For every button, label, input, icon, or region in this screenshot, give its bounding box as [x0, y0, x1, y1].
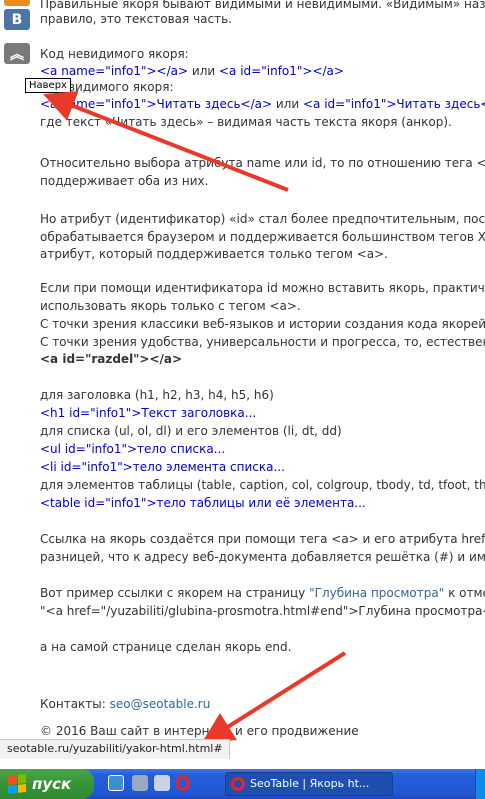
- taskbar: пуск SeoTable | Якорь ht...: [0, 769, 485, 799]
- windows-flag-icon: [8, 774, 26, 794]
- glubina-prosmotra-link[interactable]: "Глубина просмотра": [309, 586, 444, 600]
- explorer-icon[interactable]: [132, 775, 148, 791]
- text-line: а на самой странице сделан якорь end.: [40, 640, 292, 654]
- text-line: Правильные якоря бывают видимыми и невид…: [40, 0, 485, 11]
- code-example-line: "<a href="/yuzabiliti/glubina-prosmotra.…: [40, 604, 485, 618]
- text-line: атрибут, который поддерживается только т…: [40, 247, 388, 261]
- text-line: Ссылка на якорь создаётся при помощи тег…: [40, 532, 485, 546]
- vkontakte-share-icon[interactable]: B: [4, 9, 30, 30]
- text-line: для заголовка (h1, h2, h3, h4, h5, h6): [40, 388, 274, 402]
- text-line: Относительно выбора атрибута name или id…: [40, 156, 485, 170]
- code-snippet: <a name="info1">Читать здесь</a>: [40, 97, 273, 111]
- ie-icon[interactable]: [108, 775, 124, 791]
- copyright: © 2016 Ваш сайт в интернете и его продви…: [40, 724, 359, 738]
- taskbar-task-opera[interactable]: SeoTable | Якорь ht...: [225, 772, 393, 796]
- desktop-icon[interactable]: [154, 775, 170, 791]
- code-line: <ul id="info1">тело списка...: [40, 442, 226, 456]
- text-line: для списка (ul, ol, dl) и его элементов …: [40, 424, 342, 438]
- code-snippet: <a id="info1">Читать здесь</a>: [302, 97, 485, 111]
- text-line: Но атрибут (идентификатор) «id» стал бол…: [40, 212, 485, 226]
- text-fragment: или: [275, 97, 300, 111]
- text-fragment: или: [191, 64, 216, 78]
- code-line: <a name="info1"></a> или <a id="info1"><…: [40, 64, 344, 79]
- start-button[interactable]: пуск: [0, 769, 94, 799]
- tooltip: Наверх: [25, 78, 71, 93]
- opera-quicklaunch-icon[interactable]: [176, 775, 190, 791]
- text-line: С точки зрения удобства, универсальности…: [40, 335, 485, 349]
- code-line: <h1 id="info1">Текст заголовка...: [40, 406, 257, 420]
- system-tray: [475, 769, 485, 799]
- code-snippet: <a name="info1"></a>: [40, 64, 189, 78]
- text-line: Если при помощи идентификатора id можно …: [40, 281, 485, 295]
- opera-icon: [231, 777, 245, 791]
- scroll-top-button[interactable]: ︽: [4, 43, 30, 64]
- text-line: для элементов таблицы (table, caption, c…: [40, 478, 485, 492]
- contacts-label: Контакты:: [40, 697, 106, 711]
- odnoklassniki-share-icon[interactable]: x: [4, 0, 30, 6]
- text-line: правило, это текстовая часть.: [40, 12, 232, 26]
- article-content: Правильные якоря бывают видимыми и невид…: [40, 0, 485, 747]
- text-fragment: Вот пример ссылки с якорем на страницу: [40, 586, 306, 600]
- double-chevron-up-icon: ︽: [10, 46, 24, 63]
- text-line: обрабатывается браузером и поддерживаетс…: [40, 230, 485, 244]
- text-line: Вот пример ссылки с якорем на страницу "…: [40, 586, 485, 601]
- code-snippet: <a id="info1"></a>: [219, 64, 344, 78]
- code-line: <table id="info1">тело таблицы или её эл…: [40, 496, 366, 510]
- text-line: Код невидимого якоря:: [40, 47, 189, 61]
- code-line-bold: <a id="razdel"></a>: [40, 352, 183, 366]
- email-link[interactable]: seo@seotable.ru: [110, 697, 211, 711]
- text-line: использовать якорь только с тегом <a>.: [40, 299, 301, 313]
- code-line: <a name="info1">Читать здесь</a> или <a …: [40, 97, 485, 112]
- text-fragment: к отметке: [448, 586, 485, 600]
- contacts-line: Контакты: seo@seotable.ru: [40, 697, 210, 712]
- status-bar-url: seotable.ru/yuzabiliti/yakor-html.html#: [0, 739, 230, 759]
- text-line: поддерживает оба из них.: [40, 174, 209, 188]
- code-line: <li id="info1">тело элемента списка...: [40, 460, 285, 474]
- text-line: С точки зрения классики веб-языков и ист…: [40, 317, 485, 331]
- text-line: разницей, что к адресу веб-документа доб…: [40, 550, 485, 564]
- text-line: где текст «Читать здесь» – видимая часть…: [40, 115, 452, 129]
